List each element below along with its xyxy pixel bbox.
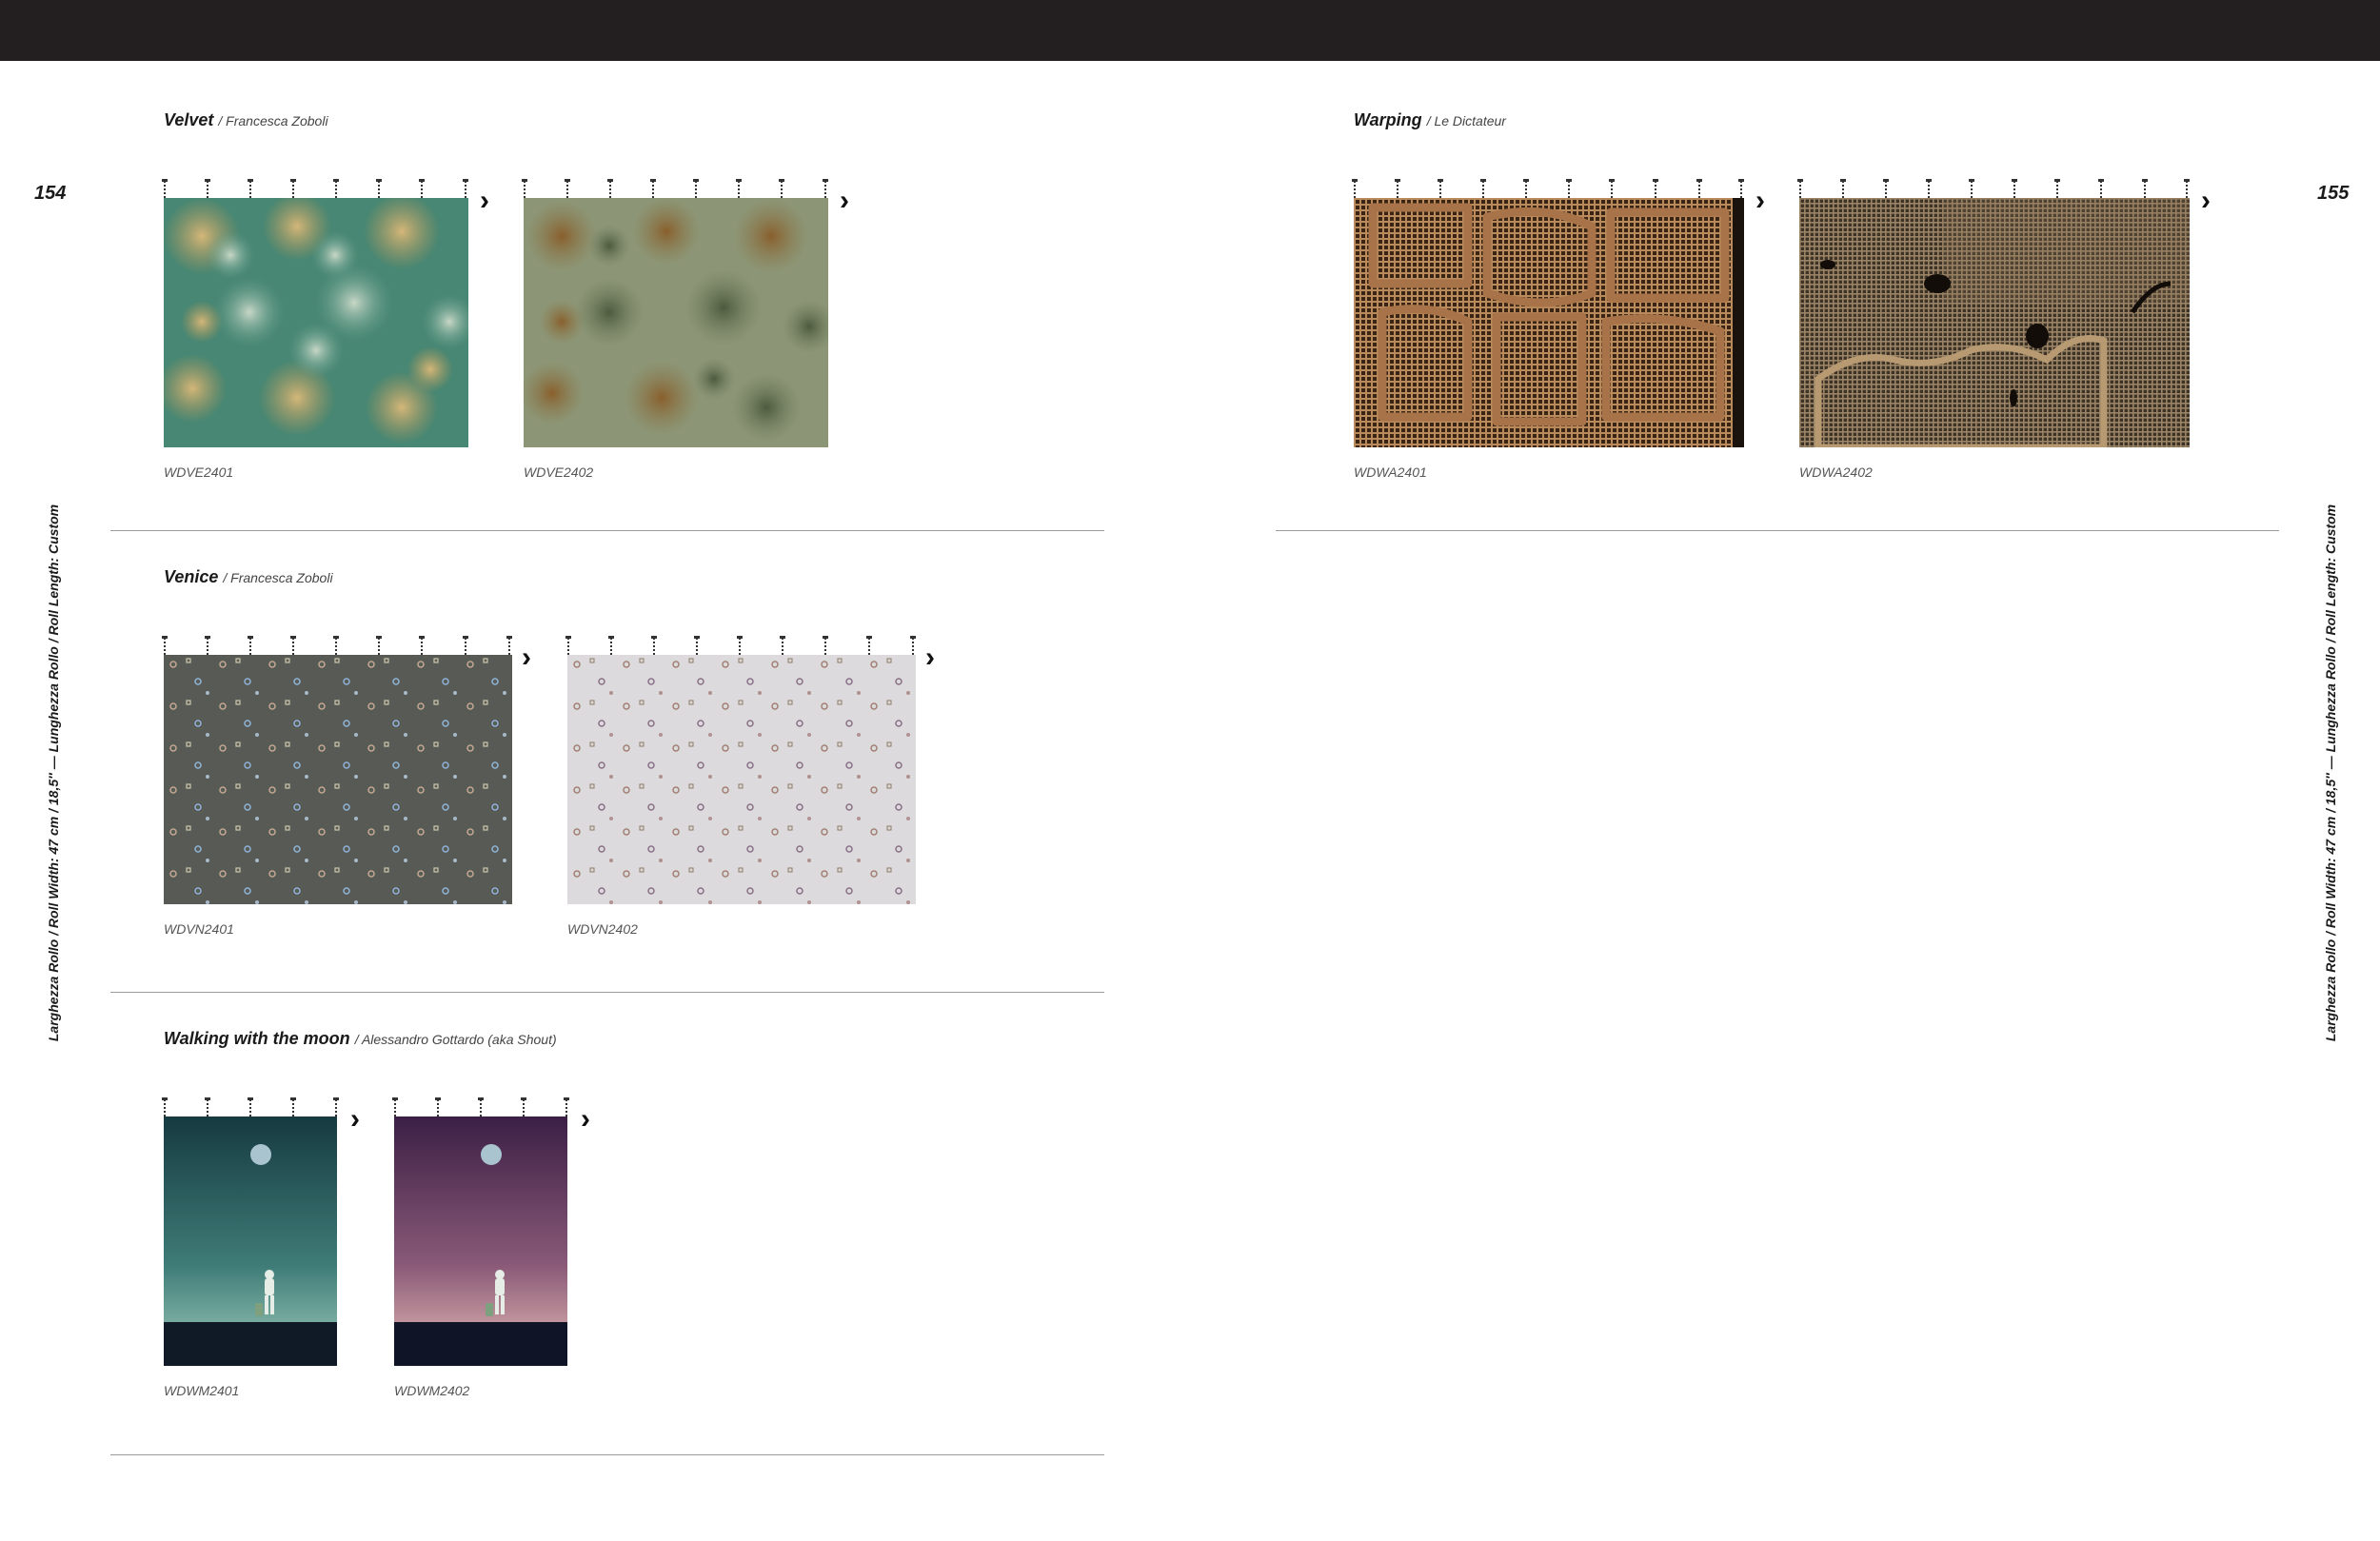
chevron-right-icon: › xyxy=(840,185,849,216)
collection-author: / Francesca Zoboli xyxy=(218,113,328,128)
collection-name: Venice xyxy=(164,567,219,586)
collection-title-warping: Warping / Le Dictateur xyxy=(1354,110,1506,130)
collection-name: Velvet xyxy=(164,110,214,129)
section-divider xyxy=(110,992,1104,993)
chevron-right-icon: › xyxy=(581,1103,590,1135)
chevron-right-icon: › xyxy=(522,642,531,673)
sample-code: WDWM2401 xyxy=(164,1383,240,1398)
chevron-right-icon: › xyxy=(2201,185,2211,216)
venice-light-swatch xyxy=(567,655,916,904)
collection-author: / Le Dictateur xyxy=(1426,113,1506,128)
collection-name: Warping xyxy=(1354,110,1422,129)
chevron-right-icon: › xyxy=(925,642,935,673)
collection-author: / Francesca Zoboli xyxy=(223,570,333,585)
collection-title-venice: Venice / Francesca Zoboli xyxy=(164,567,333,587)
sample-code: WDVN2402 xyxy=(567,921,638,937)
sample-code: WDWA2402 xyxy=(1799,464,1873,480)
sample-code: WDWM2402 xyxy=(394,1383,470,1398)
velvet-olive-swatch xyxy=(524,198,828,447)
velvet-green-swatch xyxy=(164,198,468,447)
chevron-right-icon: › xyxy=(350,1103,360,1135)
roll-size-label-left: Larghezza Rollo / Roll Width: 47 cm / 18… xyxy=(46,504,61,1042)
collection-author: / Alessandro Gottardo (aka Shout) xyxy=(354,1032,557,1047)
sample-code: WDVE2401 xyxy=(164,464,234,480)
sample-code: WDWA2401 xyxy=(1354,464,1427,480)
chevron-right-icon: › xyxy=(480,185,489,216)
venice-dark-swatch xyxy=(164,655,512,904)
section-divider xyxy=(110,1454,1104,1455)
collection-name: Walking with the moon xyxy=(164,1029,350,1048)
page-number-right: 155 xyxy=(2317,183,2350,204)
collection-title-walking-with-the-moon: Walking with the moon / Alessandro Gotta… xyxy=(164,1029,557,1049)
section-divider xyxy=(1276,530,2279,531)
sample-code: WDVN2401 xyxy=(164,921,234,937)
page-number-left: 154 xyxy=(34,183,67,204)
moon-teal-swatch xyxy=(164,1116,337,1366)
section-divider xyxy=(110,530,1104,531)
chevron-right-icon: › xyxy=(1755,185,1765,216)
warping-mesh-swatch xyxy=(1799,198,2190,447)
warping-cane-swatch xyxy=(1354,198,1744,447)
collection-title-velvet: Velvet / Francesca Zoboli xyxy=(164,110,328,130)
top-bar xyxy=(0,0,2380,61)
moon-purple-swatch xyxy=(394,1116,567,1366)
sample-code: WDVE2402 xyxy=(524,464,594,480)
roll-size-label-right: Larghezza Rollo / Roll Width: 47 cm / 18… xyxy=(2323,504,2338,1042)
